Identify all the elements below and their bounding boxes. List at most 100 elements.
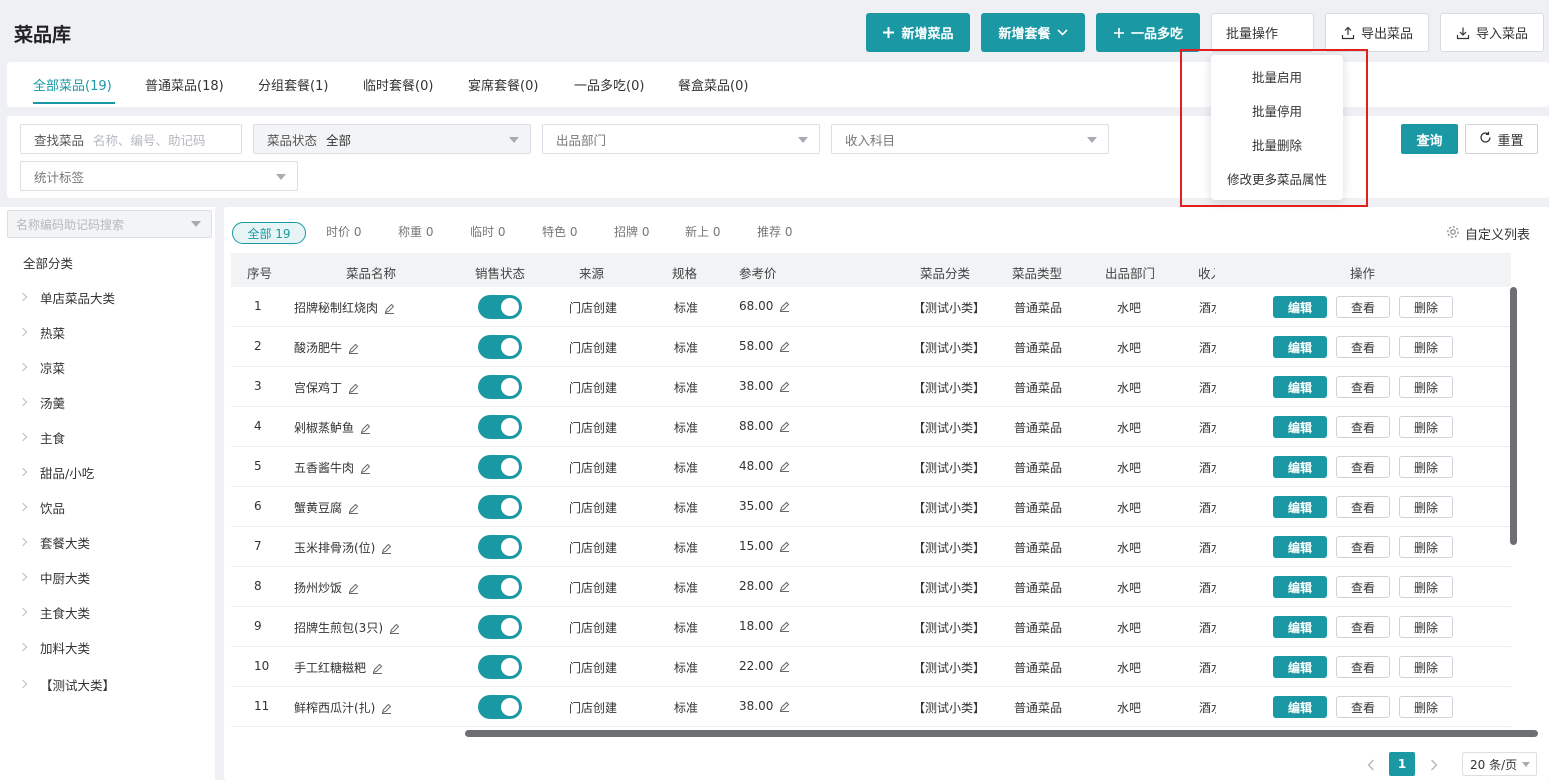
- sale-status-toggle[interactable]: [478, 615, 522, 639]
- customize-columns-button[interactable]: 自定义列表: [1446, 224, 1530, 243]
- delete-button[interactable]: 删除: [1399, 296, 1453, 318]
- pencil-icon[interactable]: [381, 543, 392, 557]
- delete-button[interactable]: 删除: [1399, 336, 1453, 358]
- view-button[interactable]: 查看: [1336, 336, 1390, 358]
- tab-regular[interactable]: 普通菜品(18): [145, 75, 224, 94]
- chip-temporary[interactable]: 临时 0: [470, 223, 505, 240]
- pencil-icon[interactable]: [348, 583, 359, 597]
- stat-tag-select[interactable]: 统计标签: [20, 161, 298, 191]
- prev-page-button[interactable]: [1367, 759, 1375, 775]
- edit-button[interactable]: 编辑: [1273, 376, 1327, 398]
- pencil-icon[interactable]: [779, 501, 790, 515]
- dish-status-select[interactable]: 菜品状态 全部: [253, 124, 531, 154]
- pencil-icon[interactable]: [779, 381, 790, 395]
- tab-banquet-combo[interactable]: 宴席套餐(0): [468, 75, 538, 94]
- view-button[interactable]: 查看: [1336, 656, 1390, 678]
- category-item[interactable]: 套餐大类: [18, 532, 90, 552]
- income-select[interactable]: 收入科目: [831, 124, 1109, 154]
- tab-all[interactable]: 全部菜品(19): [33, 75, 112, 94]
- pencil-icon[interactable]: [348, 503, 359, 517]
- edit-button[interactable]: 编辑: [1273, 496, 1327, 518]
- chip-special[interactable]: 特色 0: [542, 223, 577, 240]
- chip-all[interactable]: 全部 19: [232, 222, 306, 244]
- edit-button[interactable]: 编辑: [1273, 336, 1327, 358]
- page-size-select[interactable]: 20 条/页: [1462, 752, 1537, 776]
- delete-button[interactable]: 删除: [1399, 576, 1453, 598]
- sale-status-toggle[interactable]: [478, 375, 522, 399]
- view-button[interactable]: 查看: [1336, 576, 1390, 598]
- delete-button[interactable]: 删除: [1399, 496, 1453, 518]
- delete-button[interactable]: 删除: [1399, 536, 1453, 558]
- pencil-icon[interactable]: [779, 461, 790, 475]
- chip-recommended[interactable]: 推荐 0: [757, 223, 792, 240]
- pencil-icon[interactable]: [360, 463, 371, 477]
- pencil-icon[interactable]: [779, 581, 790, 595]
- pencil-icon[interactable]: [779, 341, 790, 355]
- add-combo-button[interactable]: 新增套餐: [981, 13, 1085, 52]
- category-item[interactable]: 甜品/小吃: [18, 462, 94, 482]
- chip-market-price[interactable]: 时价 0: [326, 223, 361, 240]
- view-button[interactable]: 查看: [1336, 496, 1390, 518]
- view-button[interactable]: 查看: [1336, 616, 1390, 638]
- category-item[interactable]: 【测试大类】: [18, 674, 115, 694]
- chip-new[interactable]: 新上 0: [685, 223, 720, 240]
- edit-button[interactable]: 编辑: [1273, 696, 1327, 718]
- horizontal-scrollbar[interactable]: [465, 730, 1538, 737]
- category-search-input[interactable]: 名称编码助记码搜索: [7, 210, 212, 238]
- sale-status-toggle[interactable]: [478, 695, 522, 719]
- tab-box-dish[interactable]: 餐盒菜品(0): [678, 75, 748, 94]
- pencil-icon[interactable]: [360, 423, 371, 437]
- tab-group-combo[interactable]: 分组套餐(1): [258, 75, 328, 94]
- sale-status-toggle[interactable]: [478, 495, 522, 519]
- pencil-icon[interactable]: [779, 621, 790, 635]
- pencil-icon[interactable]: [779, 301, 790, 315]
- view-button[interactable]: 查看: [1336, 296, 1390, 318]
- edit-button[interactable]: 编辑: [1273, 296, 1327, 318]
- tab-one-dish-multi[interactable]: 一品多吃(0): [574, 75, 644, 94]
- delete-button[interactable]: 删除: [1399, 696, 1453, 718]
- edit-button[interactable]: 编辑: [1273, 536, 1327, 558]
- view-button[interactable]: 查看: [1336, 456, 1390, 478]
- edit-button[interactable]: 编辑: [1273, 616, 1327, 638]
- pencil-icon[interactable]: [389, 623, 400, 637]
- pencil-icon[interactable]: [779, 421, 790, 435]
- pencil-icon[interactable]: [381, 703, 392, 717]
- chip-signature[interactable]: 招牌 0: [614, 223, 649, 240]
- delete-button[interactable]: 删除: [1399, 656, 1453, 678]
- sale-status-toggle[interactable]: [478, 575, 522, 599]
- sale-status-toggle[interactable]: [478, 415, 522, 439]
- delete-button[interactable]: 删除: [1399, 416, 1453, 438]
- sale-status-toggle[interactable]: [478, 295, 522, 319]
- view-button[interactable]: 查看: [1336, 536, 1390, 558]
- add-dish-button[interactable]: 新增菜品: [866, 13, 970, 52]
- pencil-icon[interactable]: [779, 701, 790, 715]
- next-page-button[interactable]: [1430, 759, 1438, 775]
- vertical-scrollbar[interactable]: [1510, 287, 1517, 545]
- pencil-icon[interactable]: [348, 383, 359, 397]
- category-item[interactable]: 主食: [18, 427, 65, 447]
- export-button[interactable]: 导出菜品: [1325, 13, 1429, 52]
- edit-button[interactable]: 编辑: [1273, 456, 1327, 478]
- page-number-current[interactable]: 1: [1389, 752, 1415, 776]
- sale-status-toggle[interactable]: [478, 655, 522, 679]
- import-button[interactable]: 导入菜品: [1440, 13, 1544, 52]
- pencil-icon[interactable]: [348, 343, 359, 357]
- chip-weighed[interactable]: 称重 0: [398, 223, 433, 240]
- edit-button[interactable]: 编辑: [1273, 416, 1327, 438]
- delete-button[interactable]: 删除: [1399, 376, 1453, 398]
- query-button[interactable]: 查询: [1401, 124, 1458, 154]
- delete-button[interactable]: 删除: [1399, 456, 1453, 478]
- pencil-icon[interactable]: [384, 303, 395, 317]
- edit-button[interactable]: 编辑: [1273, 656, 1327, 678]
- edit-button[interactable]: 编辑: [1273, 576, 1327, 598]
- delete-button[interactable]: 删除: [1399, 616, 1453, 638]
- tab-temp-combo[interactable]: 临时套餐(0): [363, 75, 433, 94]
- search-dish-field[interactable]: 查找菜品 名称、编号、助记码: [20, 124, 242, 154]
- category-item[interactable]: 单店菜品大类: [18, 287, 115, 307]
- category-item[interactable]: 加料大类: [18, 637, 90, 657]
- pencil-icon[interactable]: [372, 663, 383, 677]
- category-item[interactable]: 主食大类: [18, 602, 90, 622]
- category-item[interactable]: 饮品: [18, 497, 65, 517]
- sale-status-toggle[interactable]: [478, 335, 522, 359]
- view-button[interactable]: 查看: [1336, 416, 1390, 438]
